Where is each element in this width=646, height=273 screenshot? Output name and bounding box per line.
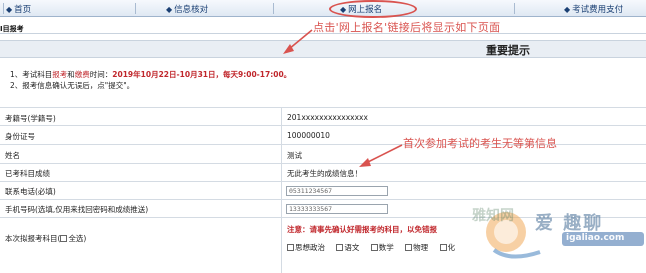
notice-line-1-register: 报考 (52, 70, 68, 79)
diamond-icon: ◆ (564, 5, 571, 14)
divider (281, 164, 282, 181)
id-number-value: 100000010 (287, 131, 330, 140)
divider (281, 200, 282, 217)
notice-line-1-dates: 2019年10月22日-10月31日，每天9:00-17:00。 (112, 70, 292, 79)
subject-label: 化 (447, 243, 456, 252)
highlight-ellipse (329, 0, 417, 18)
annotation-top: 点击'网上报名'链接后将显示如下页面 (313, 21, 501, 34)
notice-header (0, 40, 646, 58)
nav-item-info-check[interactable]: ◆ 信息核对 (166, 3, 208, 15)
diamond-icon: ◆ (6, 5, 13, 14)
exam-id-label: 考籍号(学籍号) (5, 114, 56, 123)
divider (281, 108, 282, 125)
watermark-bg-text: 雅知网 (472, 208, 514, 224)
notice-line-1: 1、考试科目报考和缴费时间：2019年10月22日-10月31日，每天9:00-… (10, 69, 291, 80)
phone-label: 联系电话(必填) (5, 187, 56, 196)
subject-checkbox[interactable] (287, 244, 294, 251)
diamond-icon: ◆ (166, 5, 173, 14)
table-row: 已考科目成绩 无此考生的成绩信息！ (0, 163, 646, 181)
nav-divider (3, 3, 4, 14)
nav-divider (273, 3, 274, 14)
nav-item-home-label: 首页 (14, 5, 32, 15)
annotation-middle: 首次参加考试的考生无等第信息 (403, 137, 557, 150)
table-row: 联系电话(必填) 05311234567 (0, 181, 646, 199)
subjects-warning: 注意：请事先确认好需报考的科目，以免错报 (287, 225, 437, 234)
subject-label: 语文 (344, 243, 360, 252)
nav-item-home[interactable]: ◆ 首页 (6, 3, 31, 15)
subject-label: 数学 (378, 243, 394, 252)
notice-line-1-and: 和 (67, 70, 75, 79)
name-value: 测试 (287, 151, 302, 160)
subject-checkbox[interactable] (405, 244, 413, 251)
mobile-input[interactable]: 13333333567 (286, 204, 388, 214)
subject-label: 物理 (413, 243, 429, 252)
nav-item-info-check-label: 信息核对 (174, 5, 209, 15)
id-number-label: 身份证号 (5, 132, 35, 141)
subject-option[interactable]: 思想政治 (287, 243, 325, 252)
divider (281, 126, 282, 144)
watermark-url: igaliao.com (566, 233, 625, 243)
subjects-list: 思想政治 语文 数学 物理 化 (287, 242, 464, 253)
notice-line-1-time: 时间： (89, 70, 113, 79)
select-all-label: 全选) (68, 234, 87, 243)
top-nav-bar: ◆ 首页 ◆ 信息核对 ◆ 网上报名 ◆ 考试费用支付 (0, 0, 646, 17)
subject-checkbox[interactable] (370, 244, 378, 251)
subject-option[interactable]: 数学 (370, 243, 394, 252)
divider (281, 182, 282, 199)
nav-divider (135, 3, 136, 14)
subject-option[interactable]: 语文 (336, 243, 359, 252)
notice-line-1-fee: 缴费 (74, 70, 90, 79)
subject-option[interactable]: 化 (439, 243, 456, 252)
subjects-label-text: 本次拟报考科目( (5, 234, 61, 243)
nav-divider (514, 3, 515, 14)
divider (281, 218, 282, 273)
subject-checkbox[interactable] (439, 244, 447, 251)
scores-label: 已考科目成绩 (5, 169, 50, 178)
scores-value: 无此考生的成绩信息！ (287, 169, 362, 178)
notice-title: 重要提示 (486, 44, 530, 57)
subjects-label: 本次拟报考科目( 全选) (5, 233, 86, 244)
divider (281, 145, 282, 163)
name-label: 姓名 (5, 151, 20, 160)
subject-label: 思想政治 (295, 243, 325, 252)
notice-line-1-prefix: 1、考试科目 (10, 70, 53, 79)
nav-item-fee-payment[interactable]: ◆ 考试费用支付 (564, 3, 623, 15)
watermark-text: 爱 趣聊 (535, 213, 604, 234)
table-row: 考籍号(学籍号) 201xxxxxxxxxxxxxxx (0, 107, 646, 125)
subject-option[interactable]: 物理 (405, 243, 428, 252)
select-all-checkbox[interactable] (60, 235, 68, 242)
mobile-label: 手机号码(选填,仅用来找回密码和成绩推送) (5, 205, 149, 214)
exam-id-value: 201xxxxxxxxxxxxxxx (287, 113, 368, 122)
subject-checkbox[interactable] (336, 244, 344, 251)
phone-input[interactable]: 05311234567 (286, 186, 388, 196)
notice-line-2: 2、报考信息确认无误后，点"提交"。 (10, 81, 135, 90)
nav-item-fee-payment-label: 考试费用支付 (572, 5, 624, 15)
